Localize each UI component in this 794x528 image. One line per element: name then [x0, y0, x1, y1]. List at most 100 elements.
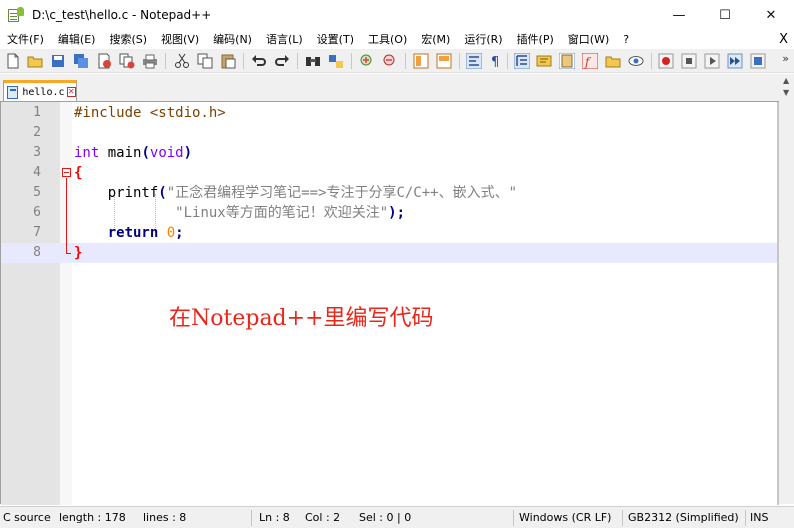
show-all-chars-icon[interactable]: ¶: [488, 53, 504, 69]
status-lines: lines : 8: [143, 511, 187, 524]
editor-pane[interactable]: 1 #include <stdio.h> 2 3 int main(void) …: [0, 101, 779, 505]
replace-icon[interactable]: [328, 53, 344, 69]
menu-window[interactable]: 窗口(W): [561, 30, 616, 49]
code-line-4[interactable]: 4 {: [1, 163, 777, 183]
menu-help[interactable]: ?: [616, 30, 636, 49]
menu-settings[interactable]: 设置(T): [310, 30, 361, 49]
print-icon[interactable]: [142, 53, 158, 69]
code-line-8-current[interactable]: 8 }: [1, 243, 777, 263]
svg-text:¶: ¶: [491, 55, 499, 69]
record-macro-icon[interactable]: [658, 53, 674, 69]
play-macro-icon[interactable]: [704, 53, 720, 69]
side-panel-strip: ▲ ▼: [779, 74, 794, 504]
status-column: Col : 2: [305, 511, 341, 524]
fold-end-marker: [66, 253, 71, 254]
paste-icon[interactable]: [220, 53, 236, 69]
notepadpp-app-icon[interactable]: [7, 7, 24, 23]
code-line-3[interactable]: 3 int main(void): [1, 143, 777, 163]
word-wrap-icon[interactable]: [466, 53, 482, 69]
function-call: printf: [107, 185, 159, 201]
zoom-in-icon[interactable]: [359, 53, 375, 69]
stop-macro-icon[interactable]: [681, 53, 697, 69]
type-keyword: int: [74, 145, 100, 161]
line-number: 7: [33, 225, 41, 240]
status-encoding[interactable]: GB2312 (Simplified): [628, 507, 739, 528]
open-file-icon[interactable]: [27, 53, 43, 69]
run-macro-multiple-icon[interactable]: [727, 53, 743, 69]
status-bar: C source length : 178 lines : 8 Ln : 8 C…: [0, 506, 794, 528]
code-line-1[interactable]: 1 #include <stdio.h>: [1, 103, 777, 123]
sync-vertical-icon[interactable]: [413, 53, 429, 69]
status-eol[interactable]: Windows (CR LF): [519, 507, 611, 528]
menu-bar: 文件(F) 编辑(E) 搜索(S) 视图(V) 编码(N) 语言(L) 设置(T…: [0, 30, 794, 49]
line-code: {: [74, 163, 82, 183]
code-line-2[interactable]: 2: [1, 123, 777, 143]
line-number: 2: [33, 125, 41, 140]
redo-icon[interactable]: [274, 53, 290, 69]
maximize-button[interactable]: ☐: [702, 0, 748, 30]
code-line-7[interactable]: 7 return 0;: [1, 223, 777, 243]
save-icon[interactable]: [50, 53, 66, 69]
toolbar-overflow-icon[interactable]: »: [782, 52, 789, 65]
udl-icon[interactable]: [536, 53, 552, 69]
return-keyword: return: [107, 225, 159, 241]
line-code: "Linux等方面的笔记！欢迎关注");: [74, 203, 405, 223]
close-window-button[interactable]: ✕: [748, 0, 794, 30]
save-all-icon[interactable]: [73, 53, 89, 69]
chevron-up-icon[interactable]: ▲: [783, 76, 789, 85]
cut-icon[interactable]: [174, 53, 190, 69]
folder-workspace-icon[interactable]: [605, 53, 621, 69]
zoom-out-icon[interactable]: [382, 53, 398, 69]
doc-map-icon[interactable]: [559, 53, 575, 69]
close-all-icon[interactable]: [119, 53, 135, 69]
line-number: 3: [33, 145, 41, 160]
minimize-button[interactable]: —: [656, 0, 702, 30]
statement-end: );: [388, 205, 406, 221]
status-selection: Sel : 0 | 0: [359, 511, 412, 524]
menu-search[interactable]: 搜索(S): [102, 30, 154, 49]
fold-toggle-icon[interactable]: [62, 168, 71, 177]
close-brace: }: [74, 245, 83, 261]
annotation-text: 在Notepad++里编写代码: [169, 306, 434, 331]
monitor-icon[interactable]: [628, 53, 644, 69]
status-insert-mode[interactable]: INS: [750, 507, 768, 528]
maximize-icon: ☐: [719, 7, 731, 23]
number-literal: 0: [166, 225, 176, 241]
tab-close-icon[interactable]: ✕: [66, 87, 76, 97]
close-file-icon[interactable]: [96, 53, 112, 69]
menu-language[interactable]: 语言(L): [259, 30, 310, 49]
line-code: return 0;: [74, 223, 184, 243]
semicolon: ;: [175, 225, 184, 241]
function-list-icon[interactable]: f: [582, 53, 598, 69]
menu-file[interactable]: 文件(F): [0, 30, 51, 49]
menu-edit[interactable]: 编辑(E): [51, 30, 103, 49]
toolbar: ¶ f »: [0, 49, 794, 73]
code-line-5[interactable]: 5 printf("正念君编程学习笔记==>专注于分享C/C++、嵌入式、": [1, 183, 777, 203]
open-brace: {: [74, 165, 83, 181]
menu-view[interactable]: 视图(V): [154, 30, 206, 49]
fold-range-line: [66, 178, 67, 253]
tab-strip: hello.c ✕: [0, 74, 794, 101]
indent-guide-icon[interactable]: [514, 53, 530, 69]
tab-hello-c[interactable]: hello.c ✕: [3, 80, 77, 101]
preprocessor-directive: #include <stdio.h>: [74, 105, 226, 121]
copy-icon[interactable]: [197, 53, 213, 69]
function-name: main: [99, 145, 142, 161]
code-line-6[interactable]: 6 "Linux等方面的笔记！欢迎关注");: [1, 203, 777, 223]
menu-run[interactable]: 运行(R): [457, 30, 509, 49]
find-icon[interactable]: [305, 53, 321, 69]
menu-macro[interactable]: 宏(M): [414, 30, 457, 49]
menu-plugins[interactable]: 插件(P): [510, 30, 561, 49]
menu-encoding[interactable]: 编码(N): [206, 30, 259, 49]
save-macro-icon[interactable]: [750, 53, 766, 69]
new-file-icon[interactable]: [5, 53, 21, 69]
undo-icon[interactable]: [251, 53, 267, 69]
sync-horizontal-icon[interactable]: [436, 53, 452, 69]
chevron-down-icon[interactable]: ▼: [783, 88, 789, 97]
menu-tools[interactable]: 工具(O): [361, 30, 414, 49]
vertical-scrollbar[interactable]: [777, 102, 779, 505]
close-document-button[interactable]: X: [779, 30, 788, 49]
